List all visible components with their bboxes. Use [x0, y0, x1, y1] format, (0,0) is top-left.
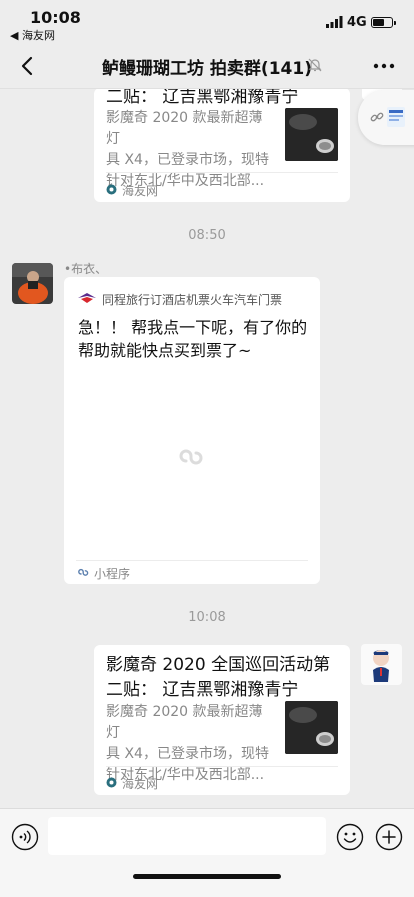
- back-to-app-link[interactable]: ◀ 海友网: [10, 27, 55, 43]
- link-card-2[interactable]: 影魔奇 2020 全国巡回活动第 二贴： 辽吉黑鄂湘豫青宁 影魔奇 2020 款…: [94, 645, 350, 795]
- mini-program-text: 急！！ 帮我点一下呢，有了你的 帮助就能快点买到票了~: [78, 318, 308, 360]
- mini-program-icon: [78, 568, 89, 576]
- source-logo-icon: [106, 777, 117, 788]
- message-text-input[interactable]: [48, 817, 326, 855]
- card-thumbnail-image: [285, 701, 338, 754]
- link-icon: [370, 112, 384, 122]
- home-indicator[interactable]: [133, 874, 281, 879]
- mute-bell-icon: [308, 58, 322, 72]
- chat-title: 鲈鳗珊瑚工坊 拍卖群(141): [102, 59, 312, 79]
- divider: [106, 172, 338, 173]
- status-time: 10:08: [30, 8, 81, 27]
- mini-program-card[interactable]: 同程旅行订酒店机票火车汽车门票 急！！ 帮我点一下呢，有了你的 帮助就能快点买到…: [64, 277, 320, 584]
- card-thumbnail-image: [285, 108, 338, 161]
- status-bar: 10:08 ◀ 海友网 4G: [0, 0, 414, 44]
- card-description: 影魔奇 2020 款最新超薄灯 具 X4，已登录市场，现特 针对东北/华中及西北…: [106, 704, 269, 783]
- mini-app-thumbnail-icon: [387, 107, 405, 127]
- avatar[interactable]: [12, 263, 53, 304]
- message-input-bar: [0, 808, 414, 897]
- card-title: 影魔奇 2020 全国巡回活动第 二贴： 辽吉黑鄂湘豫青宁: [106, 655, 331, 700]
- card-source: 海友网: [122, 777, 159, 791]
- mini-program-label: 小程序: [94, 567, 131, 581]
- my-avatar[interactable]: [361, 644, 402, 685]
- mini-program-placeholder-icon: [179, 449, 203, 465]
- divider: [106, 766, 338, 767]
- emoji-icon[interactable]: [336, 823, 364, 851]
- chat-header: 鲈鳗珊瑚工坊 拍卖群(141): [0, 44, 414, 89]
- app-logo-icon: [78, 293, 96, 303]
- more-options-icon[interactable]: [370, 52, 398, 80]
- battery-icon: [371, 17, 396, 28]
- card-source: 海友网: [122, 184, 159, 198]
- signal-icon: [326, 16, 343, 28]
- floating-window-tab[interactable]: [358, 90, 414, 145]
- link-card-1[interactable]: 二贴： 辽吉黑鄂湘豫青宁 影魔奇 2020 款最新超薄灯 具 X4，已登录市场，…: [94, 87, 350, 202]
- timestamp: 08:50: [188, 228, 226, 243]
- card-description: 影魔奇 2020 款最新超薄灯 具 X4，已登录市场，现特 针对东北/华中及西北…: [106, 110, 269, 189]
- timestamp: 10:08: [188, 610, 226, 625]
- source-logo-icon: [106, 184, 117, 195]
- network-label: 4G: [347, 15, 367, 30]
- mini-program-name: 同程旅行订酒店机票火车汽车门票: [102, 293, 283, 307]
- add-more-icon[interactable]: [375, 823, 403, 851]
- back-chevron-icon[interactable]: [14, 52, 42, 80]
- voice-input-icon[interactable]: [11, 823, 39, 851]
- divider: [76, 560, 308, 561]
- sender-name: •布衣、: [64, 262, 108, 276]
